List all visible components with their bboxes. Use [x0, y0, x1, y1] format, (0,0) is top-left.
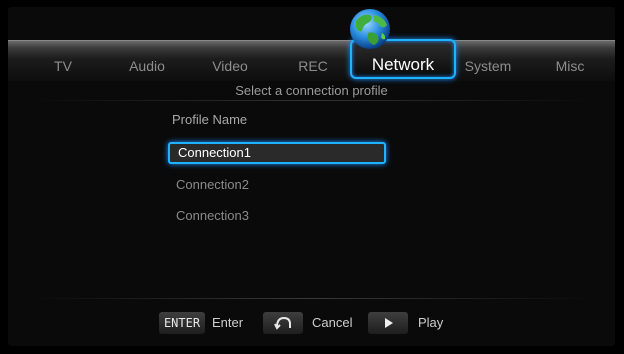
- tab-rec[interactable]: REC: [278, 58, 348, 74]
- play-icon: [368, 312, 408, 334]
- divider: [28, 298, 595, 299]
- play-hint-label: Play: [418, 315, 444, 330]
- tab-network-label: Network: [371, 55, 435, 74]
- divider: [28, 100, 595, 101]
- tab-video[interactable]: Video: [195, 58, 265, 74]
- list-item-connection1[interactable]: Connection1: [168, 142, 386, 164]
- enter-hint-label: Enter: [212, 315, 244, 330]
- list-header: Profile Name: [172, 112, 248, 127]
- tab-audio[interactable]: Audio: [112, 58, 182, 74]
- list-item-connection2[interactable]: Connection2: [168, 174, 386, 196]
- page-subtitle: Select a connection profile: [235, 83, 388, 98]
- tv-frame: TV Audio Video REC Network System Misc S…: [0, 0, 624, 354]
- list-item-connection3[interactable]: Connection3: [168, 205, 386, 227]
- enter-key: ENTER: [159, 312, 205, 334]
- tab-system[interactable]: System: [453, 58, 523, 74]
- globe-icon: [350, 9, 390, 49]
- return-icon: [263, 312, 303, 334]
- tab-tv[interactable]: TV: [28, 58, 98, 74]
- settings-screen: TV Audio Video REC Network System Misc S…: [8, 7, 615, 346]
- cancel-hint-label: Cancel: [312, 315, 353, 330]
- tab-misc[interactable]: Misc: [535, 58, 605, 74]
